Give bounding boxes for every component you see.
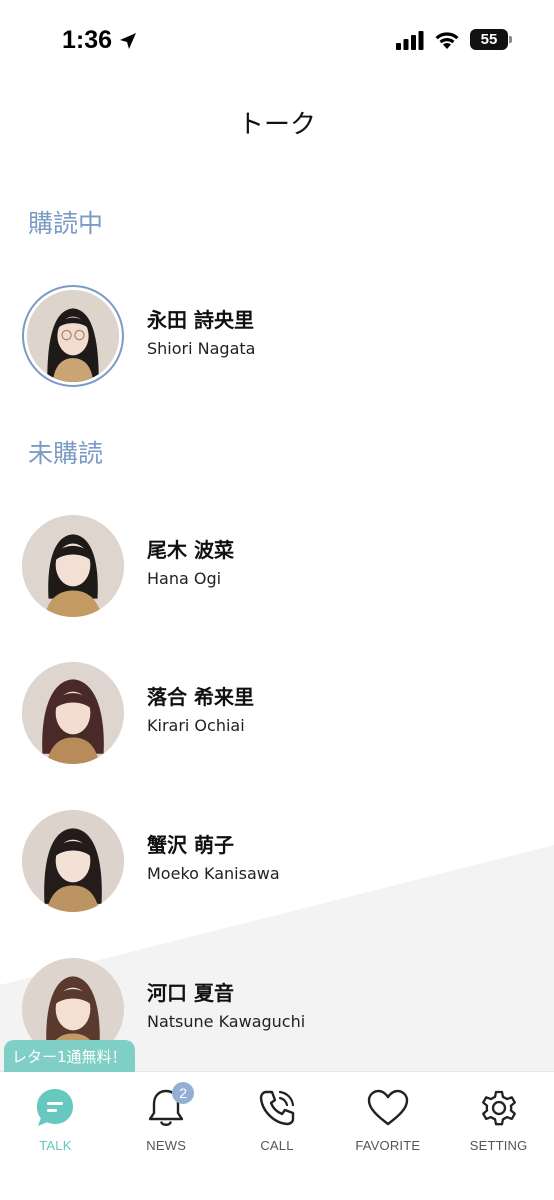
tab-label: FAVORITE — [355, 1138, 421, 1153]
member-name-ja: 永田 詩央里 — [147, 308, 254, 332]
battery-icon: 55 — [470, 29, 512, 50]
member-name-ja: 蟹沢 萌子 — [147, 833, 234, 857]
member-photo — [22, 662, 124, 764]
tab-news[interactable]: 2 NEWS — [111, 1072, 222, 1200]
status-icons: 55 — [396, 29, 512, 50]
avatar — [22, 515, 124, 617]
member-photo — [22, 515, 124, 617]
tab-favorite[interactable]: FAVORITE — [332, 1072, 443, 1200]
avatar — [22, 285, 124, 387]
talk-bubble-icon — [33, 1086, 77, 1130]
member-row-shiori-nagata[interactable]: 永田 詩央里 Shiori Nagata — [0, 280, 554, 390]
member-name-en: Natsune Kawaguchi — [147, 1012, 306, 1031]
tab-talk[interactable]: TALK — [0, 1072, 111, 1200]
tab-setting[interactable]: SETTING — [443, 1072, 554, 1200]
section-title-unsubscribed: 未購読 — [28, 439, 104, 468]
bottom-tab-bar: TALK 2 NEWS CALL FAVORITE SETTING — [0, 1071, 554, 1200]
avatar — [22, 662, 124, 764]
member-name-ja: 落合 希来里 — [147, 685, 254, 709]
news-count-badge: 2 — [172, 1082, 195, 1104]
member-name-ja: 尾木 波菜 — [147, 538, 234, 562]
tab-call[interactable]: CALL — [222, 1072, 333, 1200]
battery-level: 55 — [480, 31, 498, 48]
wifi-icon — [435, 31, 459, 49]
member-row-hana-ogi[interactable]: 尾木 波菜 Hana Ogi — [0, 510, 554, 620]
member-name-en: Shiori Nagata — [147, 339, 256, 358]
member-name-en: Kirari Ochiai — [147, 716, 245, 735]
phone-icon — [255, 1086, 299, 1130]
member-name-en: Moeko Kanisawa — [147, 864, 280, 883]
member-name-en: Hana Ogi — [147, 569, 222, 588]
tab-label: NEWS — [146, 1138, 187, 1153]
status-bar: 1:36 55 — [0, 0, 554, 82]
member-photo — [22, 810, 124, 912]
cellular-signal-icon — [396, 30, 424, 50]
avatar — [22, 810, 124, 912]
tab-label: TALK — [39, 1138, 72, 1153]
gear-icon — [477, 1086, 521, 1130]
member-name-ja: 河口 夏音 — [147, 981, 234, 1005]
section-title-subscribed: 購読中 — [28, 209, 104, 238]
free-letter-promo-badge[interactable]: レター1通無料！ — [4, 1040, 135, 1072]
location-arrow-icon — [120, 32, 137, 49]
member-row-kirari-ochiai[interactable]: 落合 希来里 Kirari Ochiai — [0, 657, 554, 767]
tab-label: SETTING — [469, 1138, 528, 1153]
status-time: 1:36 — [62, 26, 138, 55]
page-title: トーク — [237, 110, 316, 140]
member-photo — [27, 290, 119, 382]
heart-icon — [366, 1086, 410, 1130]
bell-icon: 2 — [144, 1082, 195, 1130]
tab-label: CALL — [260, 1138, 294, 1153]
member-row-moeko-kanisawa[interactable]: 蟹沢 萌子 Moeko Kanisawa — [0, 805, 554, 915]
time-text: 1:36 — [62, 26, 113, 54]
